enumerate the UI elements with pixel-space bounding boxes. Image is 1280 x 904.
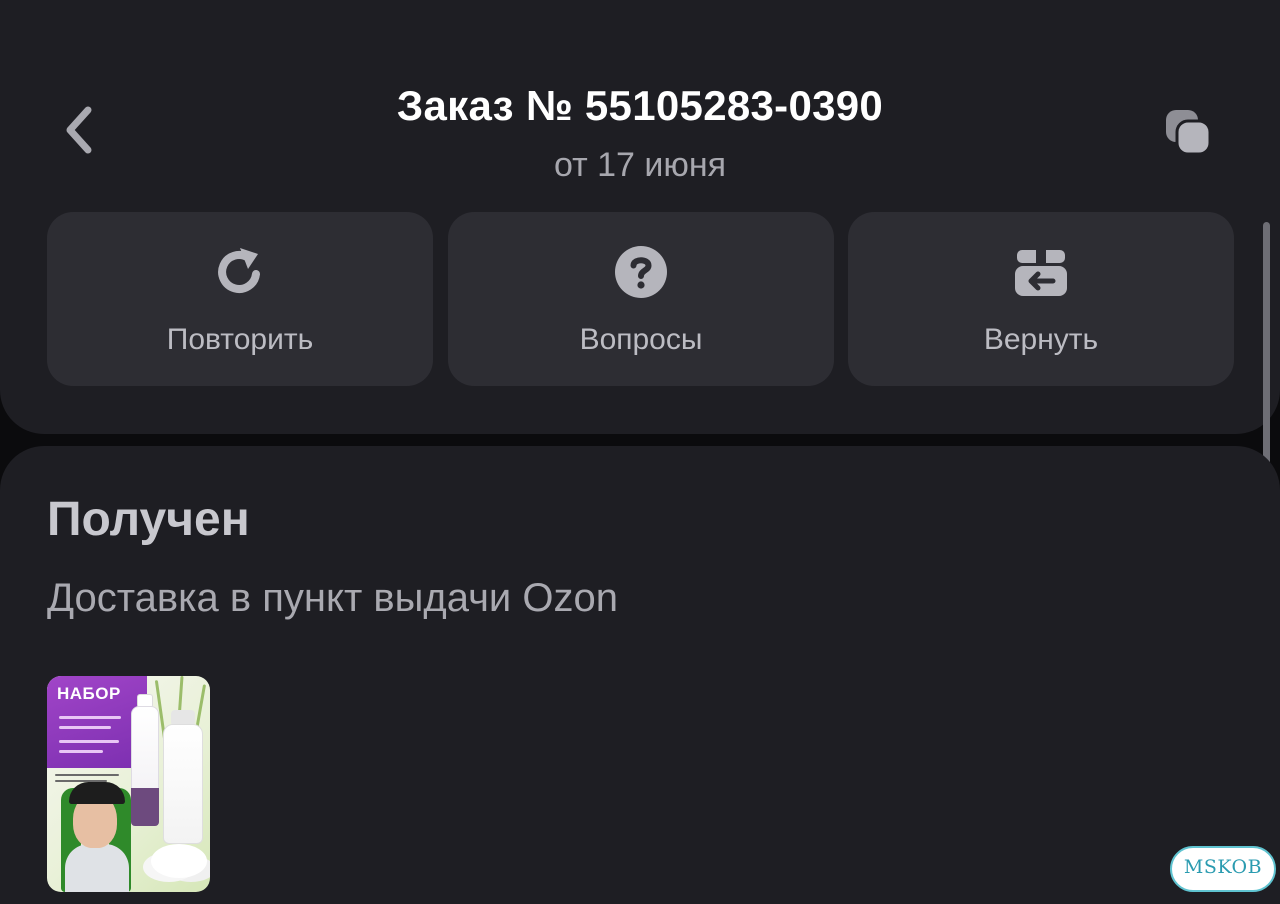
watermark: MSKOB [1170,838,1280,896]
thumbnail-foam [151,844,207,878]
thumbnail-model-body [65,844,129,892]
questions-label: Вопросы [579,323,703,356]
thumbnail-heading: НАБОР [57,684,121,703]
order-status-title: Получен [47,493,250,546]
repeat-order-button[interactable]: Повторить [47,212,433,386]
order-title: Заказ № 55105283-0390 [396,82,884,129]
delivery-method: Доставка в пункт выдачи Ozon [47,576,618,620]
questions-button[interactable]: Вопросы [448,212,834,386]
repeat-order-label: Повторить [166,323,314,356]
product-thumbnail[interactable]: НАБОР [47,676,210,892]
thumbnail-text-line [59,726,111,729]
copy-icon [1166,110,1212,156]
question-circle-icon [615,246,667,298]
thumbnail-hair-top [69,782,125,804]
thumbnail-foam-bottle [163,724,203,844]
return-box-icon [1015,250,1067,296]
thumbnail-caption-line [55,774,119,776]
thumbnail-text-line [59,716,121,719]
order-status-card: Получен Доставка в пункт выдачи Ozon НАБ… [0,446,1280,904]
repeat-icon [218,248,260,293]
order-date: от 17 июня [553,146,727,184]
order-header-card: Заказ № 55105283-0390 от 17 июня Повтори… [0,0,1280,434]
return-button[interactable]: Вернуть [848,212,1234,386]
thumbnail-text-line [59,750,103,753]
watermark-text: MSKOB [1183,856,1263,878]
copy-order-number-button[interactable] [1156,100,1220,164]
thumbnail-serum-band [131,788,159,826]
thumbnail-text-line [59,740,119,743]
return-label: Вернуть [983,323,1099,356]
